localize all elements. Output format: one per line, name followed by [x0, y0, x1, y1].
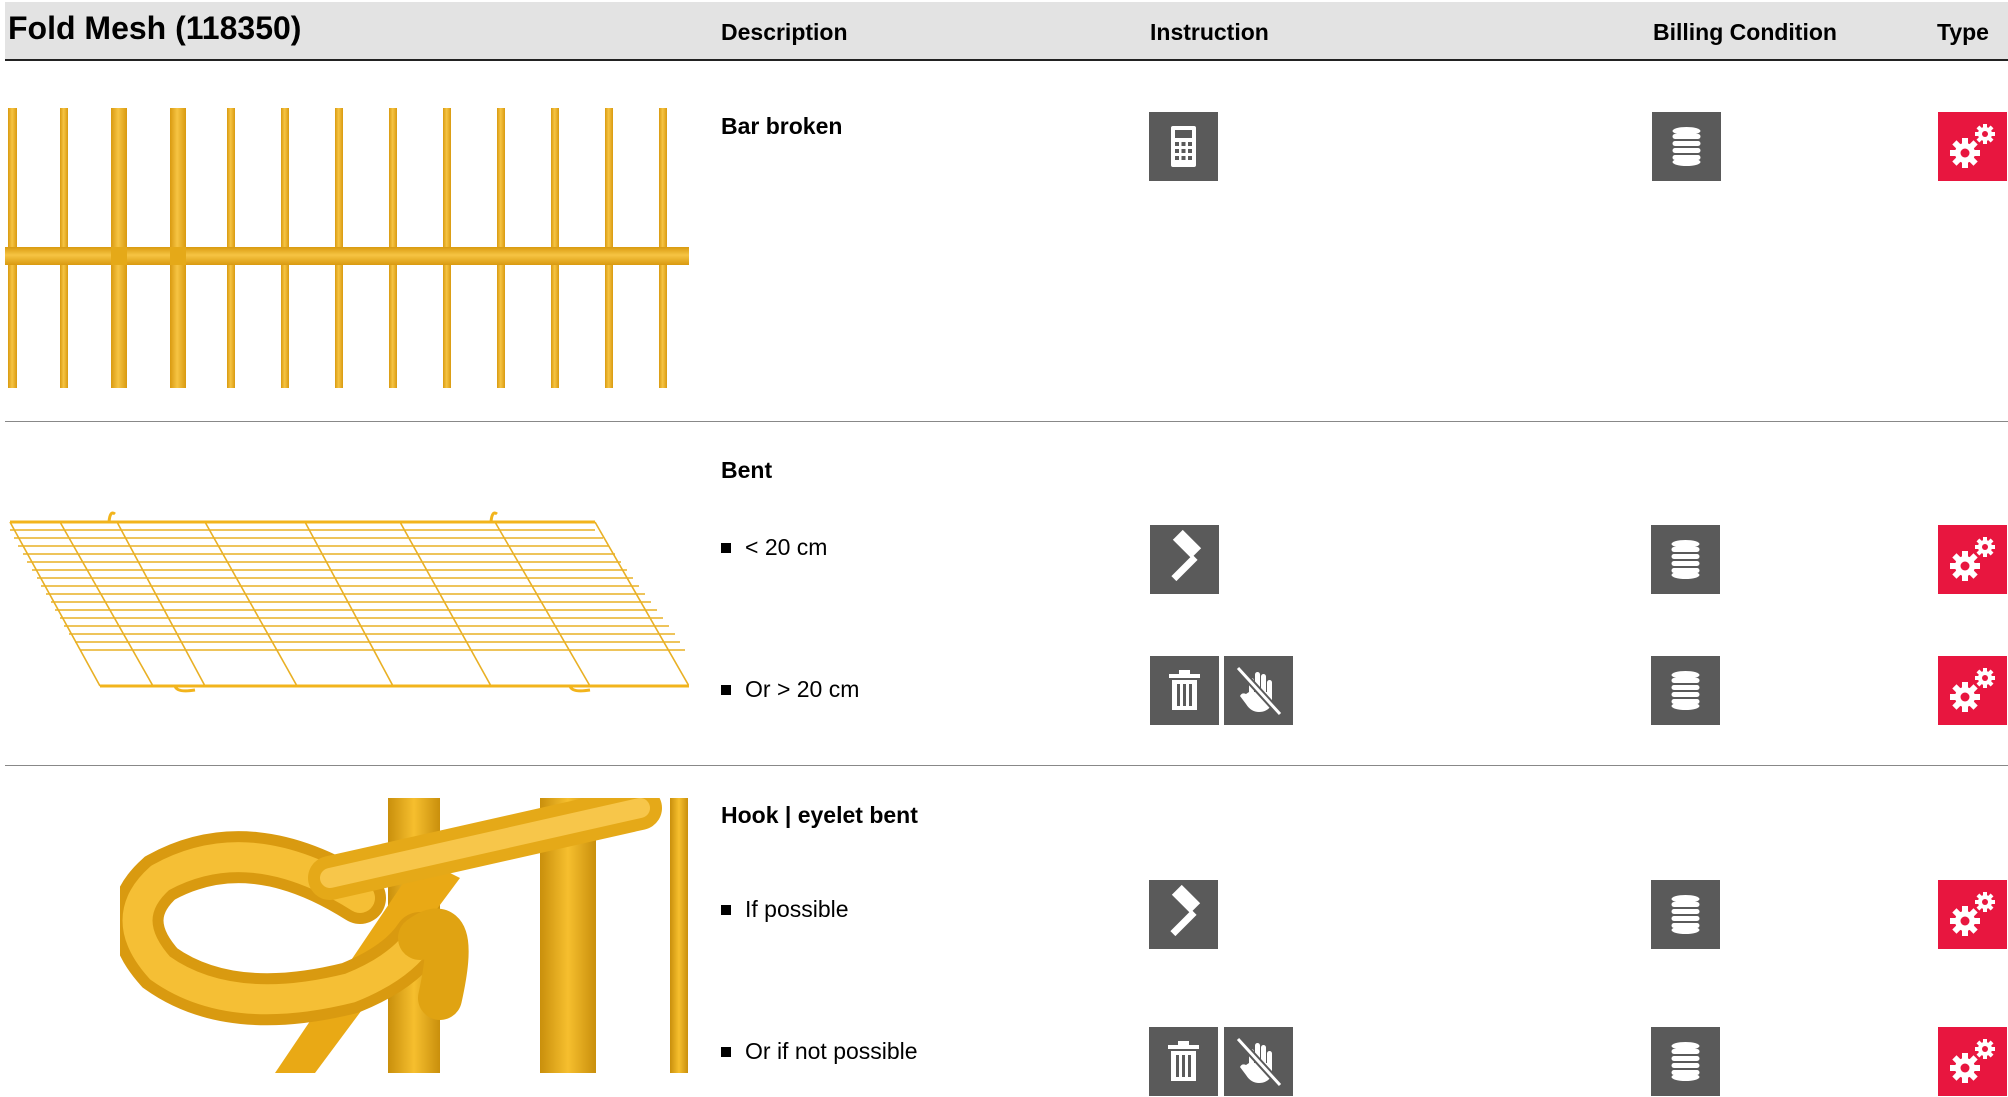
- section-title-hook-eyelet-bent: Hook | eyelet bent: [721, 802, 918, 828]
- calculator-icon[interactable]: [1149, 112, 1218, 181]
- coin-stack-icon[interactable]: [1651, 1027, 1720, 1096]
- bent-mesh-illustration: [5, 508, 689, 698]
- section-title-bar-broken: Bar broken: [721, 113, 843, 139]
- trash-icon[interactable]: [1150, 656, 1219, 725]
- coin-stack-icon[interactable]: [1651, 656, 1720, 725]
- bullet-item: Or if not possible: [721, 1038, 918, 1065]
- table-header: Fold Mesh (118350) Description Instructi…: [5, 2, 2008, 61]
- gears-icon[interactable]: [1938, 525, 2007, 594]
- hammer-icon[interactable]: [1149, 880, 1218, 949]
- hammer-icon[interactable]: [1150, 525, 1219, 594]
- bar-broken-illustration: [5, 108, 689, 388]
- bullet-item: If possible: [721, 896, 849, 923]
- page-title: Fold Mesh (118350): [8, 10, 302, 46]
- no-hand-icon[interactable]: [1224, 656, 1293, 725]
- coin-stack-icon[interactable]: [1651, 880, 1720, 949]
- no-hand-icon[interactable]: [1224, 1027, 1293, 1096]
- section-divider: [5, 765, 2008, 766]
- bullet-item: < 20 cm: [721, 534, 827, 561]
- trash-icon[interactable]: [1149, 1027, 1218, 1096]
- gears-icon[interactable]: [1938, 112, 2007, 181]
- gears-icon[interactable]: [1938, 1027, 2007, 1096]
- gears-icon[interactable]: [1938, 656, 2007, 725]
- column-header-instruction: Instruction: [1150, 19, 1269, 45]
- gears-icon[interactable]: [1938, 880, 2007, 949]
- section-divider: [5, 421, 2008, 422]
- column-header-billing: Billing Condition: [1653, 19, 1837, 45]
- section-title-bent: Bent: [721, 457, 773, 483]
- hook-eyelet-illustration: [120, 798, 690, 1073]
- column-header-description: Description: [721, 19, 848, 45]
- bullet-item: Or > 20 cm: [721, 676, 859, 703]
- coin-stack-icon[interactable]: [1652, 112, 1721, 181]
- coin-stack-icon[interactable]: [1651, 525, 1720, 594]
- column-header-type: Type: [1937, 19, 1989, 45]
